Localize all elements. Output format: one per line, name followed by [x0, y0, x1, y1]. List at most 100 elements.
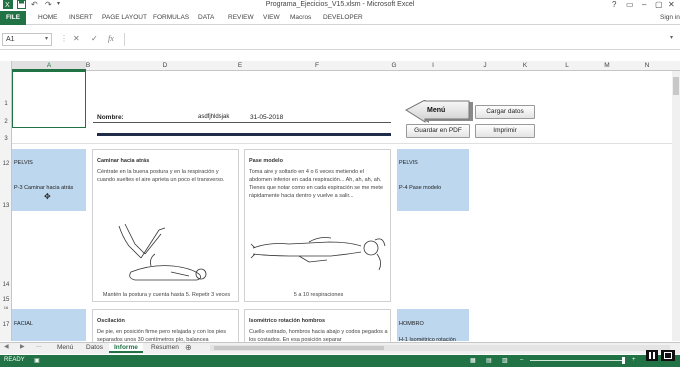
excel-logo-icon: X: [3, 0, 13, 9]
section-area-label: PELVIS: [399, 160, 418, 166]
vertical-scrollbar[interactable]: [672, 71, 680, 341]
name-box[interactable]: A1 ▾: [2, 33, 52, 46]
row-label-13[interactable]: 13: [0, 203, 12, 209]
redo-icon[interactable]: ↷: [45, 0, 52, 9]
tab-home[interactable]: HOME: [38, 14, 58, 21]
column-label-n[interactable]: N: [632, 62, 662, 69]
menu-button[interactable]: Menú: [405, 100, 473, 123]
chevron-down-icon[interactable]: ▾: [45, 35, 48, 42]
scroll-right-icon[interactable]: ▶: [20, 343, 25, 350]
tab-data[interactable]: DATA: [198, 14, 214, 21]
row-label-15[interactable]: 15: [0, 297, 12, 303]
normal-view-icon[interactable]: ▦: [470, 357, 476, 364]
exercise-card-1[interactable]: Caminar hacia atrás Céntrate en la buena…: [92, 149, 239, 302]
nombre-label: Nombre:: [97, 114, 124, 121]
name-box-value: A1: [6, 36, 15, 43]
maximize-button[interactable]: ▢: [655, 0, 663, 9]
zoom-out-icon[interactable]: –: [520, 357, 523, 363]
undo-icon[interactable]: ↶: [31, 0, 38, 9]
ribbon-display-icon[interactable]: ▭: [626, 0, 634, 9]
sheet-tab-menu[interactable]: Menú: [52, 343, 78, 353]
column-label-i[interactable]: I: [418, 62, 448, 69]
tab-file[interactable]: FILE: [0, 11, 26, 25]
exercise-card-2[interactable]: Pase modelo Toma aire y soltarlo en 4 o …: [244, 149, 391, 302]
page-break-icon[interactable]: ▥: [502, 357, 508, 364]
pause-icon[interactable]: [646, 350, 658, 361]
column-label-b[interactable]: B: [84, 62, 92, 69]
add-sheet-icon[interactable]: ⊕: [185, 343, 192, 352]
scrollbar-thumb[interactable]: [673, 77, 679, 95]
enter-icon[interactable]: ✓: [91, 34, 98, 43]
section-pelvis-right[interactable]: PELVIS P-4 Pase modelo: [397, 149, 469, 211]
page-layout-icon[interactable]: ▤: [486, 357, 492, 364]
tab-review[interactable]: REVIEW: [228, 14, 254, 21]
sheet-tab-resumen[interactable]: Resumen: [146, 343, 184, 353]
close-button[interactable]: ✕: [668, 0, 675, 9]
section-code-label: P-3 Caminar hacia atrás: [14, 185, 74, 191]
status-bar: READY ▣ ▦ ▤ ▥ – +: [0, 355, 680, 367]
cargar-datos-button[interactable]: Cargar datos: [475, 105, 535, 119]
zoom-slider[interactable]: [530, 360, 625, 361]
sheet-tab-datos[interactable]: Datos: [81, 343, 108, 353]
column-label-d[interactable]: D: [125, 62, 205, 69]
column-label-l[interactable]: L: [552, 62, 582, 69]
section-hombro[interactable]: HOMBRO H-1 Isométrico rotación: [397, 309, 469, 343]
scroll-left-icon[interactable]: ◀: [4, 343, 9, 350]
save-icon[interactable]: [17, 0, 26, 9]
section-facial[interactable]: FACIAL: [12, 309, 86, 341]
column-label-j[interactable]: J: [470, 62, 500, 69]
expand-formula-bar-icon[interactable]: ▾: [670, 34, 673, 41]
imprimir-button[interactable]: Imprimir: [475, 124, 535, 138]
zoom-slider-thumb[interactable]: [622, 357, 625, 364]
exercise-card-3[interactable]: Oscilación De pie, en posición firme per…: [92, 309, 239, 343]
cancel-icon[interactable]: ✕: [73, 34, 80, 43]
grip-icon: ⋮: [60, 34, 68, 43]
selected-cell-a1[interactable]: [12, 71, 86, 128]
section-area-label: FACIAL: [14, 321, 33, 327]
tab-macros[interactable]: Macros: [290, 14, 311, 21]
exercise-illustration-lying-flat: [249, 226, 389, 274]
select-all-button[interactable]: [0, 61, 12, 71]
scrollbar-thumb[interactable]: [214, 346, 384, 350]
minimize-button[interactable]: –: [642, 0, 646, 9]
column-label-a: A: [46, 62, 52, 69]
tab-developer[interactable]: DEVELOPER: [323, 14, 363, 21]
exercise-illustration-lying-knees-up: [111, 218, 221, 288]
exercise-card-4[interactable]: Isométrico rotación hombros Cuello estir…: [244, 309, 391, 343]
customize-qat-icon[interactable]: ▾: [57, 0, 60, 7]
horizontal-scrollbar[interactable]: [210, 345, 670, 351]
fullscreen-icon[interactable]: [661, 350, 675, 361]
column-label-f[interactable]: F: [277, 62, 357, 69]
sheet-tab-informe[interactable]: Informe: [109, 343, 143, 353]
row-label-1[interactable]: 1: [0, 101, 12, 107]
date-value: 31-05-2018: [250, 114, 284, 121]
column-label-m[interactable]: M: [592, 62, 622, 69]
more-sheets-icon[interactable]: …: [36, 343, 42, 349]
tab-formulas[interactable]: FORMULAS: [153, 14, 189, 21]
card-description: De pie, en posición firme pero relajada …: [97, 329, 227, 343]
row-label-12[interactable]: 12: [0, 161, 12, 167]
header-underline: [93, 122, 391, 123]
column-label-e[interactable]: E: [200, 62, 280, 69]
guardar-pdf-button[interactable]: Guardar en PDF: [406, 124, 470, 138]
section-pelvis-left[interactable]: PELVIS P-3 Caminar hacia atrás ✥: [12, 149, 86, 211]
tab-view[interactable]: VIEW: [263, 14, 280, 21]
zoom-in-icon[interactable]: +: [632, 357, 636, 363]
sign-in-link[interactable]: Sign in: [660, 14, 680, 21]
help-button[interactable]: ?: [612, 0, 616, 9]
row-label-2[interactable]: 2: [0, 119, 12, 125]
formula-input[interactable]: [124, 33, 680, 46]
window-title: Programa_Ejecicios_V15.xlsm - Microsoft …: [265, 1, 415, 8]
column-label-g[interactable]: G: [390, 62, 398, 69]
insert-function-button[interactable]: fx: [108, 34, 114, 43]
section-area-label: HOMBRO: [399, 321, 424, 327]
row-label-14[interactable]: 14: [0, 282, 12, 288]
tab-page-layout[interactable]: PAGE LAYOUT: [102, 14, 147, 21]
tab-insert[interactable]: INSERT: [69, 14, 93, 21]
macro-record-icon[interactable]: ▣: [34, 357, 40, 364]
row-label-16[interactable]: 16: [0, 305, 12, 310]
column-label-k[interactable]: K: [510, 62, 540, 69]
row-label-3[interactable]: 3: [0, 136, 12, 142]
row-label-17[interactable]: 17: [0, 322, 12, 328]
menu-button-label: Menú: [427, 107, 446, 114]
